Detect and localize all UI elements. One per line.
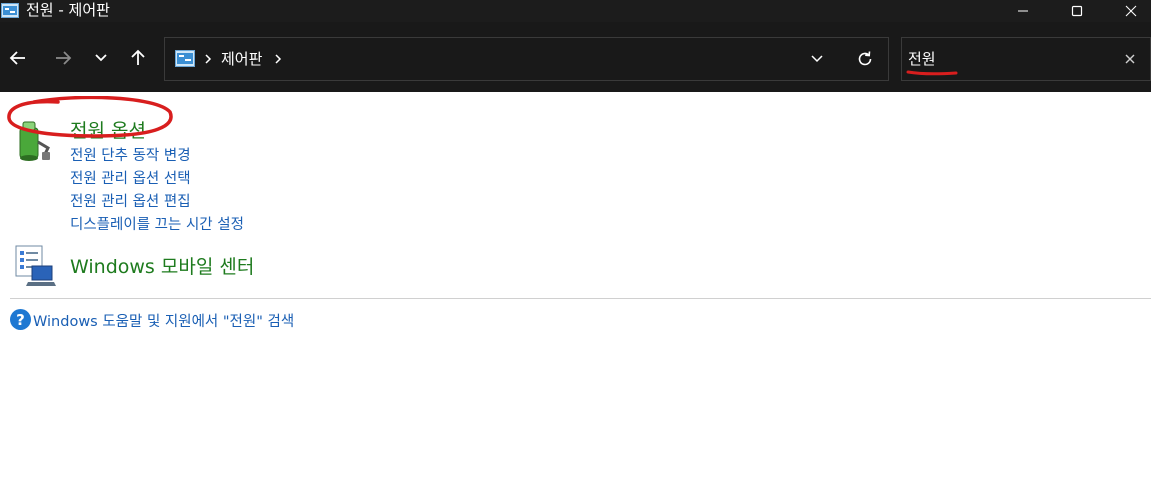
address-dropdown-button[interactable] bbox=[805, 47, 829, 71]
arrow-left-icon bbox=[9, 51, 25, 65]
search-input[interactable] bbox=[908, 44, 1108, 72]
help-search-link[interactable]: Windows 도움말 및 지원에서 "전원" 검색 bbox=[33, 310, 294, 331]
navigation-bar: 제어판 bbox=[0, 22, 1151, 92]
search-underline-annotation bbox=[906, 70, 958, 76]
arrow-right-icon bbox=[56, 51, 72, 65]
minimize-button[interactable] bbox=[1000, 0, 1046, 22]
search-results-pane: 전원 옵션 전원 단추 동작 변경 전원 관리 옵션 선택 전원 관리 옵션 편… bbox=[0, 92, 1151, 501]
results-divider bbox=[10, 298, 1151, 299]
help-icon: ? bbox=[10, 309, 31, 330]
power-options-icon bbox=[19, 121, 50, 161]
task-link-display-off[interactable]: 디스플레이를 끄는 시간 설정 bbox=[70, 213, 244, 234]
maximize-icon bbox=[1071, 5, 1083, 17]
mobility-center-icon bbox=[15, 245, 56, 286]
chevron-right-icon bbox=[275, 54, 282, 64]
arrow-up-icon bbox=[131, 49, 145, 65]
forward-button[interactable] bbox=[51, 46, 75, 70]
chevron-right-icon bbox=[205, 54, 212, 64]
close-icon bbox=[1125, 54, 1135, 64]
refresh-icon bbox=[858, 51, 872, 66]
close-button[interactable] bbox=[1108, 0, 1151, 22]
task-link-edit-plan[interactable]: 전원 관리 옵션 편집 bbox=[70, 190, 191, 211]
clear-search-button[interactable] bbox=[1118, 47, 1142, 71]
maximize-button[interactable] bbox=[1054, 0, 1100, 22]
recent-locations-button[interactable] bbox=[89, 46, 113, 70]
breadcrumb-separator[interactable] bbox=[271, 47, 285, 71]
power-options-link[interactable]: 전원 옵션 bbox=[70, 116, 146, 143]
mobility-center-link[interactable]: Windows 모바일 센터 bbox=[70, 252, 254, 279]
title-bar: 전원 - 제어판 bbox=[0, 0, 1151, 22]
control-panel-icon bbox=[1, 3, 19, 18]
up-button[interactable] bbox=[126, 46, 150, 70]
control-panel-icon bbox=[175, 50, 195, 67]
breadcrumb-control-panel[interactable]: 제어판 bbox=[221, 38, 262, 80]
refresh-button[interactable] bbox=[853, 47, 877, 71]
minimize-icon bbox=[1018, 10, 1028, 12]
back-button[interactable] bbox=[6, 46, 30, 70]
close-icon bbox=[1125, 5, 1137, 17]
breadcrumb-separator[interactable] bbox=[201, 47, 215, 71]
address-bar[interactable]: 제어판 bbox=[164, 37, 889, 81]
window-title: 전원 - 제어판 bbox=[26, 1, 110, 19]
task-link-power-button[interactable]: 전원 단추 동작 변경 bbox=[70, 144, 191, 165]
chevron-down-icon bbox=[811, 55, 823, 63]
task-link-choose-plan[interactable]: 전원 관리 옵션 선택 bbox=[70, 167, 191, 188]
chevron-down-icon bbox=[95, 54, 107, 62]
